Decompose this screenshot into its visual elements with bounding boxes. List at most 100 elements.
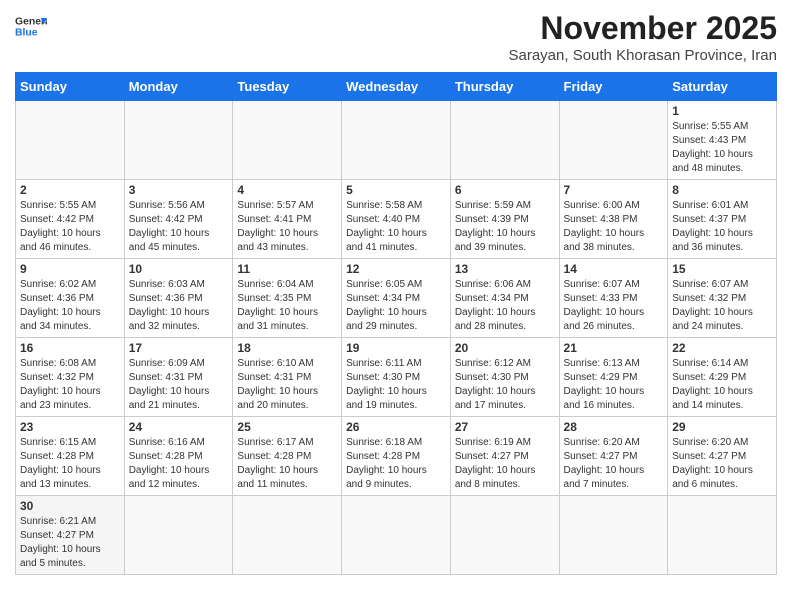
- day-info: Sunrise: 6:10 AM Sunset: 4:31 PM Dayligh…: [237, 357, 337, 413]
- day-info: Sunrise: 6:03 AM Sunset: 4:36 PM Dayligh…: [129, 278, 229, 334]
- calendar-day-cell: [342, 101, 451, 180]
- calendar-day-cell: 21 Sunrise: 6:13 AM Sunset: 4:29 PM Dayli…: [559, 338, 668, 417]
- day-info: Sunrise: 6:19 AM Sunset: 4:27 PM Dayligh…: [455, 436, 555, 492]
- day-info: Sunrise: 6:13 AM Sunset: 4:29 PM Dayligh…: [564, 357, 664, 413]
- day-info: Sunrise: 5:59 AM Sunset: 4:39 PM Dayligh…: [455, 199, 555, 255]
- day-info: Sunrise: 5:57 AM Sunset: 4:41 PM Dayligh…: [237, 199, 337, 255]
- calendar-table: SundayMondayTuesdayWednesdayThursdayFrid…: [15, 72, 777, 575]
- day-info: Sunrise: 6:04 AM Sunset: 4:35 PM Dayligh…: [237, 278, 337, 334]
- location-subtitle: Sarayan, South Khorasan Province, Iran: [509, 47, 778, 64]
- day-number: 20: [455, 341, 555, 355]
- calendar-day-cell: 25 Sunrise: 6:17 AM Sunset: 4:28 PM Dayli…: [233, 417, 342, 496]
- day-info: Sunrise: 6:07 AM Sunset: 4:33 PM Dayligh…: [564, 278, 664, 334]
- day-info: Sunrise: 5:56 AM Sunset: 4:42 PM Dayligh…: [129, 199, 229, 255]
- calendar-day-cell: 28Sunrise: 6:20 AM Sunset: 4:27 PM Dayli…: [559, 417, 668, 496]
- calendar-day-cell: [233, 101, 342, 180]
- day-info: Sunrise: 6:14 AM Sunset: 4:29 PM Dayligh…: [672, 357, 772, 413]
- day-info: Sunrise: 6:09 AM Sunset: 4:31 PM Dayligh…: [129, 357, 229, 413]
- day-number: 30: [20, 499, 120, 513]
- day-info: Sunrise: 6:20 AM Sunset: 4:27 PM Dayligh…: [672, 436, 772, 492]
- page-header: General Blue November 2025 Sarayan, Sout…: [15, 10, 777, 64]
- day-number: 16: [20, 341, 120, 355]
- calendar-day-cell: 6 Sunrise: 5:59 AM Sunset: 4:39 PM Daylig…: [450, 180, 559, 259]
- day-of-week-header: Sunday: [16, 73, 125, 101]
- calendar-day-cell: 15Sunrise: 6:07 AM Sunset: 4:32 PM Dayli…: [668, 259, 777, 338]
- day-info: Sunrise: 6:16 AM Sunset: 4:28 PM Dayligh…: [129, 436, 229, 492]
- day-info: Sunrise: 6:15 AM Sunset: 4:28 PM Dayligh…: [20, 436, 120, 492]
- title-block: November 2025 Sarayan, South Khorasan Pr…: [509, 10, 778, 64]
- calendar-day-cell: 22 Sunrise: 6:14 AM Sunset: 4:29 PM Dayli…: [668, 338, 777, 417]
- day-number: 6: [455, 183, 555, 197]
- day-info: Sunrise: 6:17 AM Sunset: 4:28 PM Dayligh…: [237, 436, 337, 492]
- calendar-day-cell: 13Sunrise: 6:06 AM Sunset: 4:34 PM Dayli…: [450, 259, 559, 338]
- calendar-day-cell: 3 Sunrise: 5:56 AM Sunset: 4:42 PM Daylig…: [124, 180, 233, 259]
- day-info: Sunrise: 6:05 AM Sunset: 4:34 PM Dayligh…: [346, 278, 446, 334]
- calendar-day-cell: 4 Sunrise: 5:57 AM Sunset: 4:41 PM Daylig…: [233, 180, 342, 259]
- day-number: 3: [129, 183, 229, 197]
- day-number: 14: [564, 262, 664, 276]
- day-number: 9: [20, 262, 120, 276]
- calendar-day-cell: 5Sunrise: 5:58 AM Sunset: 4:40 PM Daylig…: [342, 180, 451, 259]
- calendar-week-row: 30 Sunrise: 6:21 AM Sunset: 4:27 PM Dayli…: [16, 496, 777, 575]
- calendar-day-cell: 7 Sunrise: 6:00 AM Sunset: 4:38 PM Daylig…: [559, 180, 668, 259]
- day-info: Sunrise: 6:00 AM Sunset: 4:38 PM Dayligh…: [564, 199, 664, 255]
- day-info: Sunrise: 6:20 AM Sunset: 4:27 PM Dayligh…: [564, 436, 664, 492]
- day-number: 8: [672, 183, 772, 197]
- calendar-day-cell: [342, 496, 451, 575]
- calendar-day-cell: 26Sunrise: 6:18 AM Sunset: 4:28 PM Dayli…: [342, 417, 451, 496]
- day-number: 13: [455, 262, 555, 276]
- day-of-week-header: Tuesday: [233, 73, 342, 101]
- day-info: Sunrise: 5:55 AM Sunset: 4:42 PM Dayligh…: [20, 199, 120, 255]
- calendar-day-cell: 1 Sunrise: 5:55 AM Sunset: 4:43 PM Daylig…: [668, 101, 777, 180]
- day-number: 2: [20, 183, 120, 197]
- calendar-day-cell: [450, 101, 559, 180]
- calendar-week-row: 2 Sunrise: 5:55 AM Sunset: 4:42 PM Daylig…: [16, 180, 777, 259]
- day-of-week-header: Monday: [124, 73, 233, 101]
- calendar-day-cell: 8 Sunrise: 6:01 AM Sunset: 4:37 PM Daylig…: [668, 180, 777, 259]
- month-year-title: November 2025: [509, 10, 778, 47]
- calendar-day-cell: 18 Sunrise: 6:10 AM Sunset: 4:31 PM Dayli…: [233, 338, 342, 417]
- day-number: 29: [672, 420, 772, 434]
- day-info: Sunrise: 6:01 AM Sunset: 4:37 PM Dayligh…: [672, 199, 772, 255]
- calendar-day-cell: 27Sunrise: 6:19 AM Sunset: 4:27 PM Dayli…: [450, 417, 559, 496]
- calendar-day-cell: 12 Sunrise: 6:05 AM Sunset: 4:34 PM Dayli…: [342, 259, 451, 338]
- day-number: 1: [672, 104, 772, 118]
- day-info: Sunrise: 6:11 AM Sunset: 4:30 PM Dayligh…: [346, 357, 446, 413]
- calendar-day-cell: [450, 496, 559, 575]
- day-number: 7: [564, 183, 664, 197]
- day-number: 12: [346, 262, 446, 276]
- day-number: 18: [237, 341, 337, 355]
- calendar-day-cell: 10 Sunrise: 6:03 AM Sunset: 4:36 PM Dayli…: [124, 259, 233, 338]
- day-number: 21: [564, 341, 664, 355]
- logo: General Blue: [15, 10, 47, 42]
- calendar-day-cell: [233, 496, 342, 575]
- day-info: Sunrise: 5:55 AM Sunset: 4:43 PM Dayligh…: [672, 120, 772, 176]
- day-number: 25: [237, 420, 337, 434]
- day-number: 4: [237, 183, 337, 197]
- day-number: 23: [20, 420, 120, 434]
- calendar-day-cell: 11Sunrise: 6:04 AM Sunset: 4:35 PM Dayli…: [233, 259, 342, 338]
- calendar-day-cell: [16, 101, 125, 180]
- calendar-day-cell: 30 Sunrise: 6:21 AM Sunset: 4:27 PM Dayli…: [16, 496, 125, 575]
- calendar-week-row: 1 Sunrise: 5:55 AM Sunset: 4:43 PM Daylig…: [16, 101, 777, 180]
- calendar-day-cell: 19Sunrise: 6:11 AM Sunset: 4:30 PM Dayli…: [342, 338, 451, 417]
- calendar-day-cell: 29 Sunrise: 6:20 AM Sunset: 4:27 PM Dayli…: [668, 417, 777, 496]
- day-info: Sunrise: 6:08 AM Sunset: 4:32 PM Dayligh…: [20, 357, 120, 413]
- day-number: 24: [129, 420, 229, 434]
- calendar-header-row: SundayMondayTuesdayWednesdayThursdayFrid…: [16, 73, 777, 101]
- day-number: 5: [346, 183, 446, 197]
- day-number: 22: [672, 341, 772, 355]
- calendar-day-cell: 9Sunrise: 6:02 AM Sunset: 4:36 PM Daylig…: [16, 259, 125, 338]
- day-info: Sunrise: 6:21 AM Sunset: 4:27 PM Dayligh…: [20, 515, 120, 571]
- day-info: Sunrise: 6:07 AM Sunset: 4:32 PM Dayligh…: [672, 278, 772, 334]
- calendar-day-cell: [559, 101, 668, 180]
- calendar-week-row: 23 Sunrise: 6:15 AM Sunset: 4:28 PM Dayli…: [16, 417, 777, 496]
- calendar-day-cell: 23 Sunrise: 6:15 AM Sunset: 4:28 PM Dayli…: [16, 417, 125, 496]
- day-number: 17: [129, 341, 229, 355]
- day-info: Sunrise: 6:12 AM Sunset: 4:30 PM Dayligh…: [455, 357, 555, 413]
- day-number: 10: [129, 262, 229, 276]
- calendar-day-cell: [124, 101, 233, 180]
- calendar-day-cell: 24 Sunrise: 6:16 AM Sunset: 4:28 PM Dayli…: [124, 417, 233, 496]
- calendar-week-row: 16 Sunrise: 6:08 AM Sunset: 4:32 PM Dayli…: [16, 338, 777, 417]
- calendar-day-cell: 14 Sunrise: 6:07 AM Sunset: 4:33 PM Dayli…: [559, 259, 668, 338]
